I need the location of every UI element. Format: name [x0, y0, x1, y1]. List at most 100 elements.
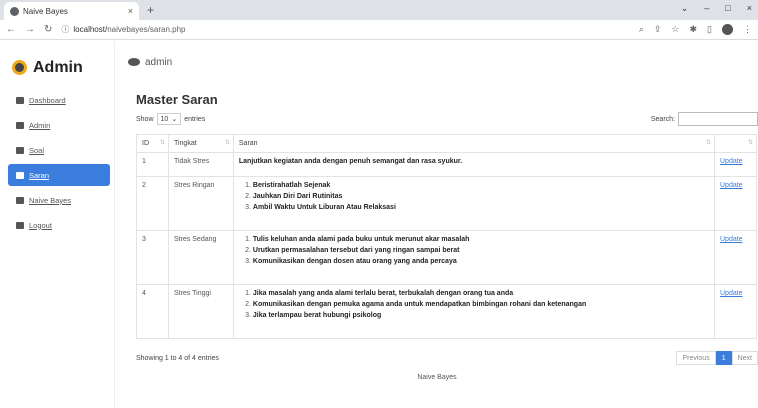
zoom-icon[interactable]: ⌕ — [639, 24, 644, 35]
search-input[interactable] — [678, 112, 758, 126]
saran-table: ID ⇅ Tingkat ⇅ Saran ⇅ ⇅ 1 Tidak Stres Lanj… — [136, 134, 757, 339]
sidebar-item-label: Admin — [29, 120, 51, 130]
cell-tingkat: Stres Ringan — [167, 176, 234, 231]
sidepanel-icon[interactable]: ▯ — [707, 24, 712, 35]
table-row: 3 Stres Sedang Tulis keluhan anda alami … — [136, 230, 757, 285]
cell-saran: Beristirahatlah Sejenak Jauhkan Diri Dar… — [232, 176, 716, 231]
length-control: Show 10 ⌄ entries — [136, 113, 205, 125]
cell-action: Update — [714, 284, 757, 339]
brand-title: Admin — [33, 58, 83, 76]
site-footer: Naive Bayes — [417, 374, 457, 381]
sidebar-item-label: Saran — [29, 170, 50, 180]
book-icon — [16, 146, 24, 154]
list-item: Tulis keluhan anda alami pada buku untuk… — [253, 236, 709, 243]
update-link[interactable]: Update — [720, 182, 743, 189]
search-label: Search: — [650, 115, 675, 123]
avatar[interactable] — [128, 58, 140, 66]
cell-action: Update — [714, 152, 757, 177]
column-header-id[interactable]: ID ⇅ — [136, 134, 169, 153]
table-controls: Show 10 ⌄ entries Search: — [136, 111, 758, 127]
list-item: Komunikasikan dengan pemuka agama anda u… — [253, 301, 709, 308]
sidebar-item-label: Logout — [29, 220, 52, 230]
sidebar-item-soal[interactable]: Soal — [8, 139, 110, 161]
cell-saran: Tulis keluhan anda alami pada buku untuk… — [232, 230, 716, 285]
sort-icon: ⇅ — [224, 140, 230, 146]
page-1-button[interactable]: 1 — [715, 351, 732, 365]
next-button[interactable]: Next — [731, 351, 758, 365]
cell-tingkat: Stres Tinggi — [167, 284, 234, 339]
column-header-saran[interactable]: Saran ⇅ — [232, 134, 716, 153]
show-label: Show — [136, 115, 154, 123]
extensions-icon[interactable]: ✱ — [690, 24, 698, 35]
table-info: Showing 1 to 4 of 4 entries — [136, 354, 219, 362]
share-icon[interactable]: ⇪ — [654, 24, 662, 35]
url-host: localhost/ — [73, 25, 108, 34]
user-name[interactable]: admin — [145, 57, 172, 68]
main-content: Master Saran Show 10 ⌄ entries Search: I… — [136, 92, 758, 365]
sidebar-item-label: Soal — [29, 145, 45, 155]
maximize-button[interactable]: □ — [725, 3, 730, 14]
sidebar-item-dashboard[interactable]: Dashboard — [8, 89, 110, 111]
entries-select[interactable]: 10 ⌄ — [156, 113, 182, 125]
list-item: Ambil Waktu Untuk Liburan Atau Relaksasi — [253, 204, 709, 211]
update-link[interactable]: Update — [720, 236, 743, 243]
cell-id: 4 — [136, 284, 169, 339]
menu-icon[interactable]: ⋮ — [743, 24, 752, 35]
cell-tingkat: Tidak Stres — [167, 152, 234, 177]
chevron-down-icon: ⌄ — [171, 116, 178, 123]
sort-icon: ⇅ — [747, 140, 753, 146]
profile-icon[interactable] — [722, 24, 733, 35]
new-tab-button[interactable]: + — [147, 3, 154, 17]
sidebar-item-naive-bayes[interactable]: Naive Bayes — [8, 189, 110, 211]
browser-tab-bar: Naive Bayes × + ⌄ – □ × — [0, 0, 758, 20]
sort-icon: ⇅ — [159, 140, 165, 146]
brand-logo-icon — [12, 60, 27, 75]
update-link[interactable]: Update — [720, 290, 743, 297]
address-bar: ← → ↻ ⓘ localhost/naivebayes/saran.php ⌕… — [0, 20, 758, 40]
sidebar: Admin Dashboard Admin Soal Saran Naive B… — [0, 41, 115, 408]
table-row: 4 Stres Tinggi Jika masalah yang anda al… — [136, 284, 757, 339]
table-header-row: ID ⇅ Tingkat ⇅ Saran ⇅ ⇅ — [136, 134, 757, 153]
cell-id: 2 — [136, 176, 169, 231]
column-header-tingkat[interactable]: Tingkat ⇅ — [167, 134, 234, 153]
sidebar-item-admin[interactable]: Admin — [8, 114, 110, 136]
browser-toolbar: ⌕ ⇪ ☆ ✱ ▯ ⋮ — [639, 24, 752, 35]
cell-action: Update — [714, 230, 757, 285]
sort-icon: ⇅ — [705, 140, 711, 146]
sidebar-item-label: Dashboard — [29, 95, 66, 105]
tab-close-icon[interactable]: × — [128, 6, 133, 16]
entries-label: entries — [184, 115, 206, 123]
minimize-button[interactable]: – — [704, 3, 709, 14]
previous-button[interactable]: Previous — [676, 351, 716, 365]
brand[interactable]: Admin — [0, 41, 114, 81]
chevron-down-icon[interactable]: ⌄ — [681, 3, 689, 14]
pagination: Previous 1 Next — [676, 351, 758, 365]
url-path: naivebayes/saran.php — [107, 25, 186, 34]
table-row: 1 Tidak Stres Lanjutkan kegiatan anda de… — [136, 152, 757, 177]
cell-saran: Jika masalah yang anda alami terlalu ber… — [232, 284, 716, 339]
folder-icon — [16, 196, 24, 204]
cell-action: Update — [714, 176, 757, 231]
favicon-icon — [10, 6, 19, 16]
reload-icon[interactable]: ↻ — [44, 24, 52, 35]
list-item: Komunikasikan dengan dosen atau orang ya… — [253, 258, 709, 265]
cell-id: 3 — [136, 230, 169, 285]
back-icon[interactable]: ← — [6, 24, 16, 35]
top-navbar: admin — [116, 41, 758, 83]
sidebar-item-saran[interactable]: Saran — [8, 164, 110, 186]
url-field[interactable]: ⓘ localhost/naivebayes/saran.php — [61, 24, 629, 35]
list-item: Beristirahatlah Sejenak — [253, 182, 709, 189]
info-icon: ⓘ — [61, 25, 70, 34]
user-icon — [16, 121, 24, 129]
close-window-button[interactable]: × — [747, 3, 752, 14]
list-item: Jika masalah yang anda alami terlalu ber… — [253, 290, 709, 297]
browser-tab[interactable]: Naive Bayes × — [4, 2, 139, 20]
star-icon[interactable]: ☆ — [671, 24, 679, 35]
sidebar-item-logout[interactable]: Logout — [8, 214, 110, 236]
column-header-action[interactable]: ⇅ — [714, 134, 757, 153]
list-item: Jika terlampau berat hubungi psikolog — [253, 312, 709, 319]
tab-title: Naive Bayes — [23, 6, 68, 16]
forward-icon[interactable]: → — [25, 24, 35, 35]
update-link[interactable]: Update — [720, 158, 743, 165]
cell-id: 1 — [136, 152, 169, 177]
